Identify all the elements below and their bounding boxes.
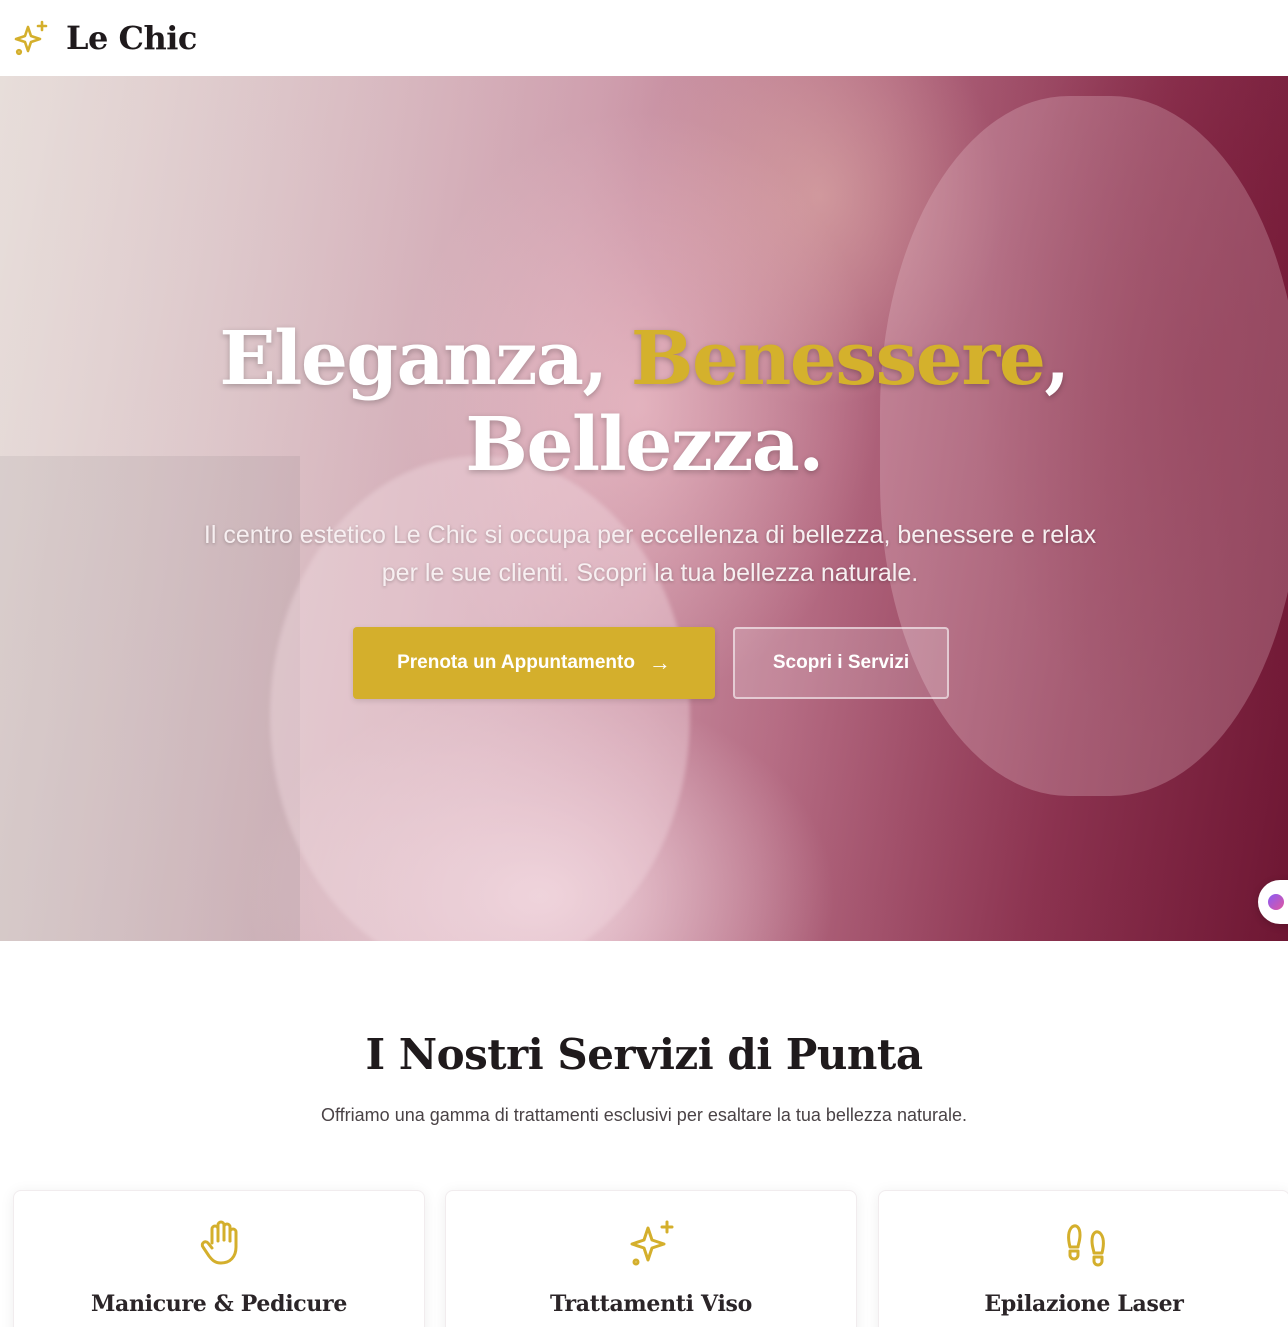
service-card-laser[interactable]: Epilazione Laser <box>878 1190 1288 1327</box>
hero-title: Eleganza, Benessere, Bellezza. <box>144 316 1144 488</box>
book-appointment-label: Prenota un Appuntamento <box>397 652 635 673</box>
hero-title-part1: Eleganza, <box>219 316 631 402</box>
hero-content: Eleganza, Benessere, Bellezza. Il centro… <box>0 76 1288 941</box>
book-appointment-button[interactable]: Prenota un Appuntamento → <box>353 627 715 699</box>
service-card-title: Epilazione Laser <box>984 1291 1184 1317</box>
arrow-right-icon: → <box>648 650 671 675</box>
services-title: I Nostri Servizi di Punta <box>365 1030 923 1079</box>
logo[interactable]: Le Chic <box>12 18 197 58</box>
site-header: Le Chic <box>0 0 1288 76</box>
service-card-title: Manicure & Pedicure <box>90 1291 348 1317</box>
discover-services-button[interactable]: Scopri i Servizi <box>733 627 949 699</box>
footprints-icon <box>1067 1224 1105 1267</box>
hero-section: Eleganza, Benessere, Bellezza. Il centro… <box>0 76 1288 941</box>
chat-widget-icon <box>1268 894 1284 910</box>
hero-title-accent: Benessere <box>630 316 1046 402</box>
hand-icon <box>200 1220 238 1265</box>
discover-services-label: Scopri i Servizi <box>772 652 910 673</box>
brand-name: Le Chic <box>66 19 197 57</box>
sparkles-icon <box>630 1220 674 1266</box>
service-card-facial[interactable]: Trattamenti Viso <box>445 1190 857 1327</box>
hero-subtitle: Il centro estetico Le Chic si occupa per… <box>203 521 1097 587</box>
service-card-manicure[interactable]: Manicure & Pedicure <box>13 1190 425 1327</box>
hero-title-part2: , <box>1044 316 1070 402</box>
services-subtitle: Offriamo una gamma di trattamenti esclus… <box>321 1105 967 1125</box>
sparkles-icon <box>14 20 48 56</box>
service-card-title: Trattamenti Viso <box>550 1291 752 1317</box>
hero-title-line2: Bellezza. <box>465 402 824 488</box>
